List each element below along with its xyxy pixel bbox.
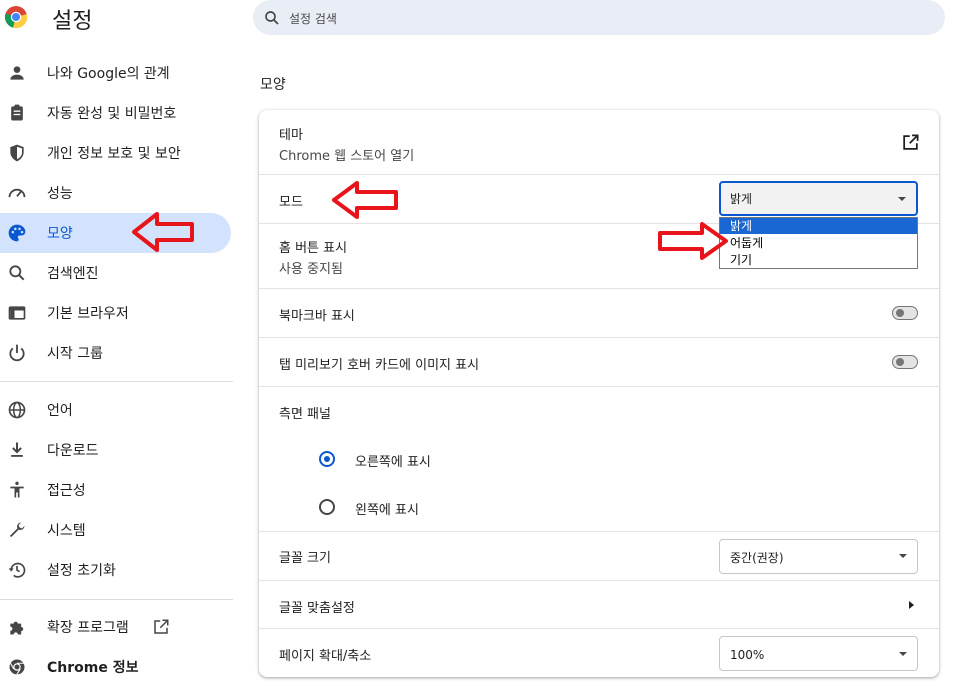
dropdown-caret-icon [899, 652, 907, 656]
accessibility-icon [10, 481, 24, 498]
sidebar-item-label: 기본 브라우저 [47, 306, 129, 322]
theme-sublabel: Chrome 웹 스토어 열기 [279, 149, 415, 164]
row-divider [259, 386, 939, 387]
row-divider [259, 580, 939, 581]
browser-icon [8, 306, 26, 320]
font-size-select[interactable]: 중간(권장) [719, 539, 918, 574]
sidebar-item-you-and-google[interactable]: 나와 Google의 관계 [0, 53, 231, 93]
tab-preview-label: 탭 미리보기 호버 카드에 이미지 표시 [279, 358, 480, 373]
section-title: 모양 [260, 77, 286, 93]
row-divider [259, 628, 939, 629]
side-panel-right-radio[interactable] [319, 451, 335, 467]
sidebar-item-label: 시작 그룹 [47, 346, 103, 362]
sidebar-divider [0, 599, 233, 600]
chrome-logo-icon [4, 6, 28, 29]
shield-icon [10, 144, 24, 162]
page-zoom-select-value: 100% [730, 648, 765, 662]
search-bar[interactable] [253, 0, 945, 37]
mode-dropdown-list: 밝게 어둡게 기기 [719, 217, 918, 269]
sidebar-item-system[interactable]: 시스템 [0, 510, 231, 550]
sidebar-item-languages[interactable]: 언어 [0, 390, 231, 430]
sidebar-item-label: 설정 초기화 [47, 563, 116, 579]
search-icon [265, 11, 279, 25]
sidebar-item-label: 접근성 [47, 483, 86, 499]
wrench-icon [9, 522, 25, 538]
theme-label: 테마 [279, 128, 303, 143]
mode-select-value: 밝게 [730, 192, 753, 206]
speedometer-icon [8, 188, 26, 198]
sidebar-item-reset-settings[interactable]: 설정 초기화 [0, 550, 231, 590]
sidebar-item-appearance[interactable]: 모양 [0, 213, 231, 253]
bookmarks-bar-label: 북마크바 표시 [279, 309, 355, 324]
sidebar-item-label: 모양 [47, 226, 73, 242]
page-zoom-label: 페이지 확대/축소 [279, 649, 372, 664]
annotation-arrow-left-icon [332, 181, 398, 219]
mode-select[interactable]: 밝게 [719, 181, 918, 216]
mode-label: 모드 [279, 195, 303, 210]
dropdown-caret-icon [898, 197, 906, 201]
person-icon [10, 66, 24, 80]
power-icon [9, 344, 25, 362]
toggle-knob [896, 358, 904, 366]
page-title: 설정 [52, 9, 93, 34]
sidebar-item-downloads[interactable]: 다운로드 [0, 430, 231, 470]
annotation-arrow-right-icon [658, 222, 728, 260]
sidebar-item-label: 개인 정보 보호 및 보안 [47, 146, 181, 162]
mode-option-device[interactable]: 기기 [720, 252, 917, 268]
sidebar-item-about-chrome[interactable]: Chrome 정보 [0, 647, 231, 687]
globe-icon [8, 401, 26, 419]
mode-option-light[interactable]: 밝게 [720, 218, 917, 234]
sidebar-item-label: 다운로드 [47, 443, 99, 459]
home-button-label: 홈 버튼 표시 [279, 241, 348, 256]
search-icon [9, 265, 25, 281]
side-panel-right-label[interactable]: 오른쪽에 표시 [355, 451, 431, 470]
sidebar-item-label: 시스템 [47, 523, 86, 539]
customize-fonts-label[interactable]: 글꼴 맞춤설정 [279, 597, 355, 616]
row-divider [259, 288, 939, 289]
sidebar-item-label: 언어 [47, 403, 73, 419]
download-icon [11, 442, 23, 457]
row-divider [259, 531, 939, 532]
history-icon [8, 562, 26, 578]
side-panel-label: 측면 패널 [279, 407, 331, 422]
mode-option-dark[interactable]: 어둡게 [720, 235, 917, 251]
home-button-sublabel: 사용 중지됨 [279, 262, 343, 277]
palette-icon [8, 224, 26, 242]
puzzle-icon [10, 621, 24, 635]
sidebar-divider [0, 381, 233, 382]
clipboard-icon [11, 104, 23, 121]
font-size-select-value: 중간(권장) [730, 551, 784, 565]
sidebar-item-search-engine[interactable]: 검색엔진 [0, 253, 231, 293]
chevron-right-icon[interactable] [906, 600, 916, 610]
sidebar-item-on-startup[interactable]: 시작 그룹 [0, 333, 231, 373]
bookmarks-bar-toggle[interactable] [892, 306, 918, 320]
chrome-icon [9, 659, 25, 675]
open-in-new-icon[interactable] [901, 133, 920, 152]
dropdown-caret-icon [899, 554, 907, 558]
row-divider [259, 337, 939, 338]
sidebar-item-privacy[interactable]: 개인 정보 보호 및 보안 [0, 133, 231, 173]
side-panel-left-radio[interactable] [319, 499, 335, 515]
sidebar-item-extensions[interactable]: 확장 프로그램 [0, 607, 231, 647]
annotation-arrow-left-icon [132, 212, 194, 252]
row-divider [259, 174, 939, 175]
sidebar-item-label: 성능 [47, 186, 73, 202]
open-in-new-icon [154, 619, 169, 634]
sidebar-item-label: 확장 프로그램 [47, 620, 129, 636]
sidebar-item-default-browser[interactable]: 기본 브라우저 [0, 293, 231, 333]
toggle-knob [896, 309, 904, 317]
page-zoom-select[interactable]: 100% [719, 636, 918, 671]
sidebar-item-label: Chrome 정보 [47, 660, 139, 676]
tab-preview-toggle[interactable] [892, 355, 918, 369]
sidebar-item-label: 자동 완성 및 비밀번호 [47, 106, 177, 122]
sidebar-item-performance[interactable]: 성능 [0, 173, 231, 213]
sidebar-item-label: 나와 Google의 관계 [47, 66, 170, 82]
search-input[interactable] [287, 0, 891, 37]
sidebar-item-autofill[interactable]: 자동 완성 및 비밀번호 [0, 93, 231, 133]
font-size-label: 글꼴 크기 [279, 551, 331, 566]
sidebar-item-accessibility[interactable]: 접근성 [0, 470, 231, 510]
sidebar-item-label: 검색엔진 [47, 266, 99, 282]
side-panel-left-label[interactable]: 왼쪽에 표시 [355, 499, 419, 518]
